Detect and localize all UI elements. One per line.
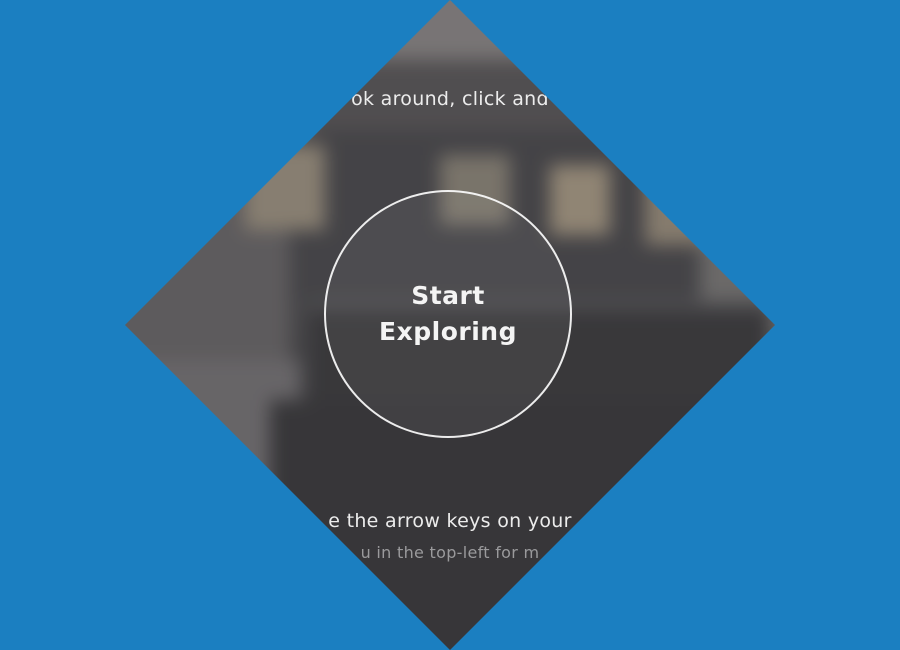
start-exploring-label-line1: Start bbox=[411, 281, 485, 310]
start-exploring-label-line2: Exploring bbox=[379, 317, 517, 346]
viewer-stage: ok around, click and Start Exploring e t… bbox=[0, 0, 900, 650]
menu-instruction: u in the top-left for m bbox=[360, 543, 540, 562]
arrow-keys-instruction: e the arrow keys on your bbox=[328, 510, 572, 532]
look-around-instruction: ok around, click and bbox=[351, 88, 549, 110]
diamond-viewport[interactable]: ok around, click and Start Exploring e t… bbox=[125, 0, 775, 650]
start-exploring-button[interactable]: Start Exploring bbox=[324, 190, 572, 438]
